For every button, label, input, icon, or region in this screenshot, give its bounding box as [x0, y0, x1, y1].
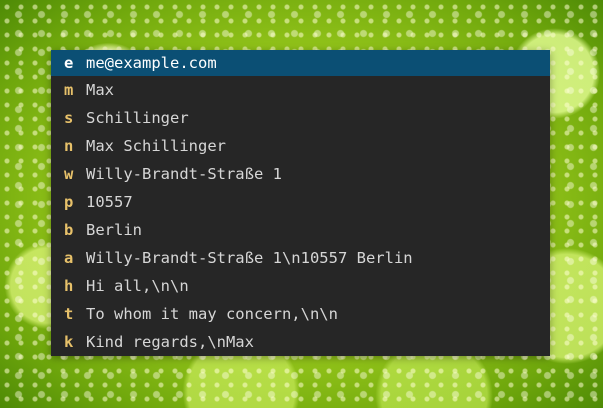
menu-item-key: k — [64, 333, 74, 351]
menu-item-label: Hi all,\n\n — [86, 277, 189, 295]
menu-item-key: m — [64, 81, 74, 99]
menu-item-key: b — [64, 221, 74, 239]
menu-item-key: p — [64, 193, 74, 211]
menu-item-key: h — [64, 277, 74, 295]
menu-item-closing[interactable]: k Kind regards,\nMax — [51, 328, 550, 356]
menu-item-postcode[interactable]: p 10557 — [51, 188, 550, 216]
menu-item-greeting[interactable]: h Hi all,\n\n — [51, 272, 550, 300]
menu-item-email[interactable]: e me@example.com — [51, 50, 550, 76]
menu-item-key: n — [64, 137, 74, 155]
menu-item-label: Schillinger — [86, 109, 189, 127]
snippet-picker-menu: e me@example.com m Max s Schillinger n M… — [51, 50, 550, 356]
menu-item-street[interactable]: w Willy-Brandt-Straße 1 — [51, 160, 550, 188]
menu-item-key: e — [64, 54, 74, 72]
menu-item-surname[interactable]: s Schillinger — [51, 104, 550, 132]
menu-item-label: me@example.com — [86, 54, 217, 72]
menu-item-city[interactable]: b Berlin — [51, 216, 550, 244]
menu-item-label: 10557 — [86, 193, 133, 211]
menu-item-label: Max — [86, 81, 114, 99]
menu-item-label: Willy-Brandt-Straße 1 — [86, 165, 282, 183]
menu-item-label: Berlin — [86, 221, 142, 239]
menu-item-label: To whom it may concern,\n\n — [86, 305, 338, 323]
menu-item-label: Willy-Brandt-Straße 1\n10557 Berlin — [86, 249, 413, 267]
menu-item-key: a — [64, 249, 74, 267]
menu-item-key: t — [64, 305, 74, 323]
menu-item-key: s — [64, 109, 74, 127]
menu-item-address[interactable]: a Willy-Brandt-Straße 1\n10557 Berlin — [51, 244, 550, 272]
menu-item-key: w — [64, 165, 74, 183]
menu-item-label: Kind regards,\nMax — [86, 333, 254, 351]
menu-item-label: Max Schillinger — [86, 137, 226, 155]
menu-item-formal-greeting[interactable]: t To whom it may concern,\n\n — [51, 300, 550, 328]
menu-item-full-name[interactable]: n Max Schillinger — [51, 132, 550, 160]
menu-item-first-name[interactable]: m Max — [51, 76, 550, 104]
